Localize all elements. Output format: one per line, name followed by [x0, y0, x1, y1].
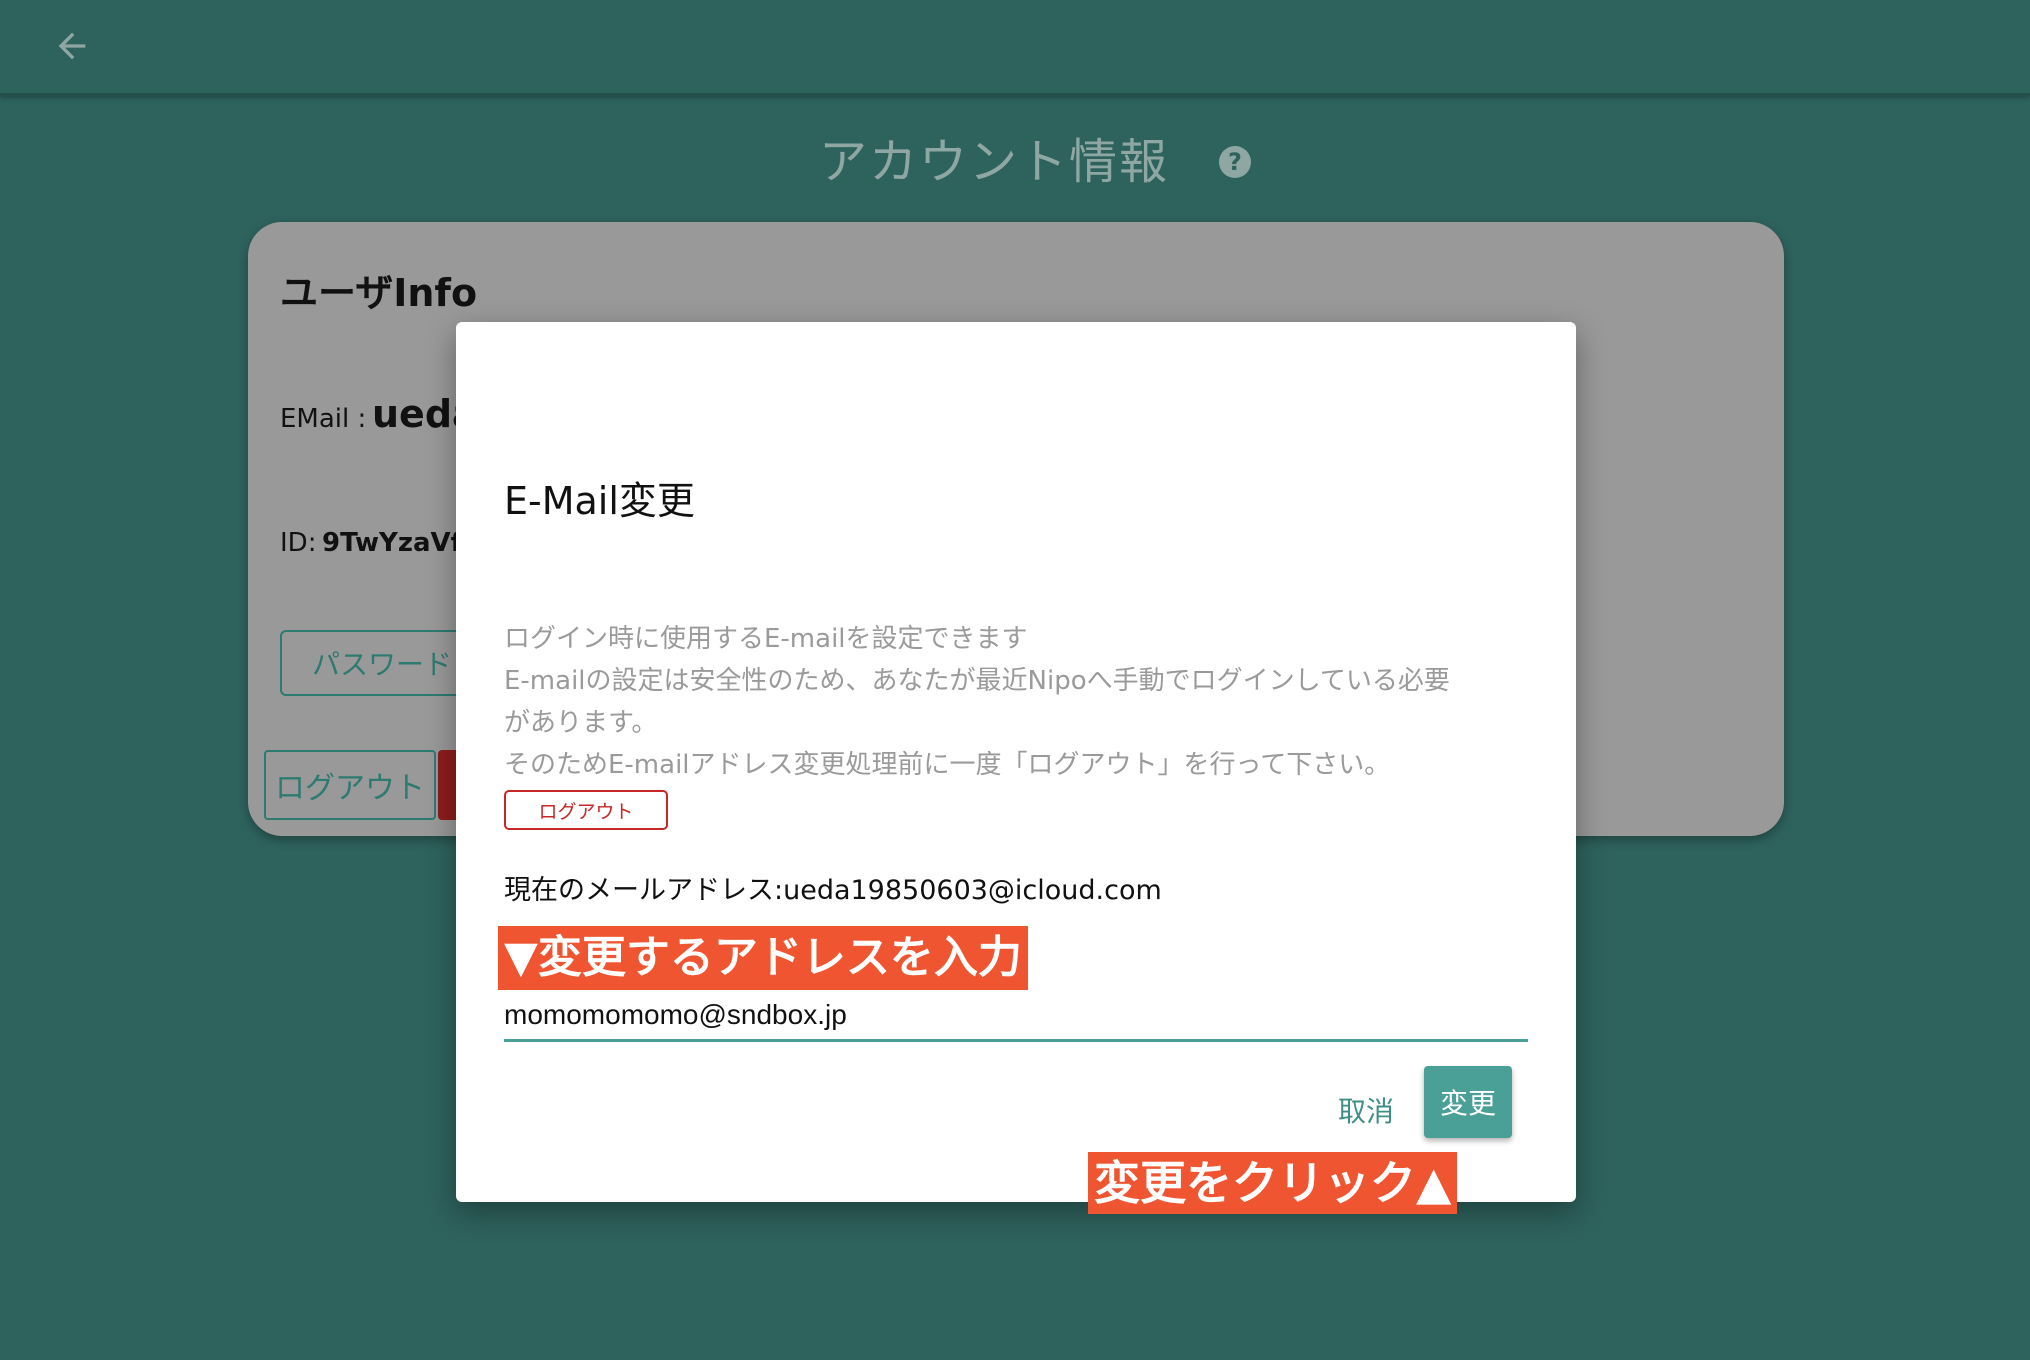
click-hint-annotation: 変更をクリック▲ [1088, 1152, 1458, 1214]
arrow-left-icon [58, 32, 86, 60]
description-line: E-mailの設定は安全性のため、あなたが最近Nipoへ手動でログインしている必… [504, 666, 1450, 696]
id-label: ID: [280, 528, 317, 558]
card-logout-button[interactable]: ログアウト [264, 750, 436, 820]
description-line: ログイン時に使用するE-mailを設定できます [504, 624, 1028, 654]
dialog-logout-button[interactable]: ログアウト [504, 790, 668, 830]
dialog-title: E-Mail変更 [504, 479, 695, 523]
card-title: ユーザInfo [280, 271, 478, 315]
current-email-text: 現在のメールアドレス:ueda19850603@icloud.com [504, 875, 1162, 906]
help-icon[interactable]: ? [1219, 146, 1251, 178]
top-app-bar [0, 0, 2030, 96]
email-label: EMail : [280, 404, 367, 434]
cancel-button[interactable]: 取消 [1316, 1082, 1416, 1138]
description-line: そのためE-mailアドレス変更処理前に一度「ログアウト」を行って下さい。 [504, 750, 1391, 780]
dialog-description: ログイン時に使用するE-mailを設定できます E-mailの設定は安全性のため… [504, 618, 1544, 786]
description-line: があります。 [504, 708, 658, 738]
email-change-dialog: E-Mail変更 ログイン時に使用するE-mailを設定できます E-mailの… [456, 322, 1576, 1202]
change-button[interactable]: 変更 [1424, 1066, 1512, 1138]
back-button[interactable] [44, 18, 100, 74]
page-header: アカウント情報 ? [0, 122, 2030, 192]
new-email-input[interactable] [504, 990, 1528, 1042]
input-hint-annotation: ▼変更するアドレスを入力 [498, 926, 1028, 990]
id-value: 9TwYzaVf [322, 528, 462, 558]
page-title: アカウント情報 [818, 134, 1169, 190]
